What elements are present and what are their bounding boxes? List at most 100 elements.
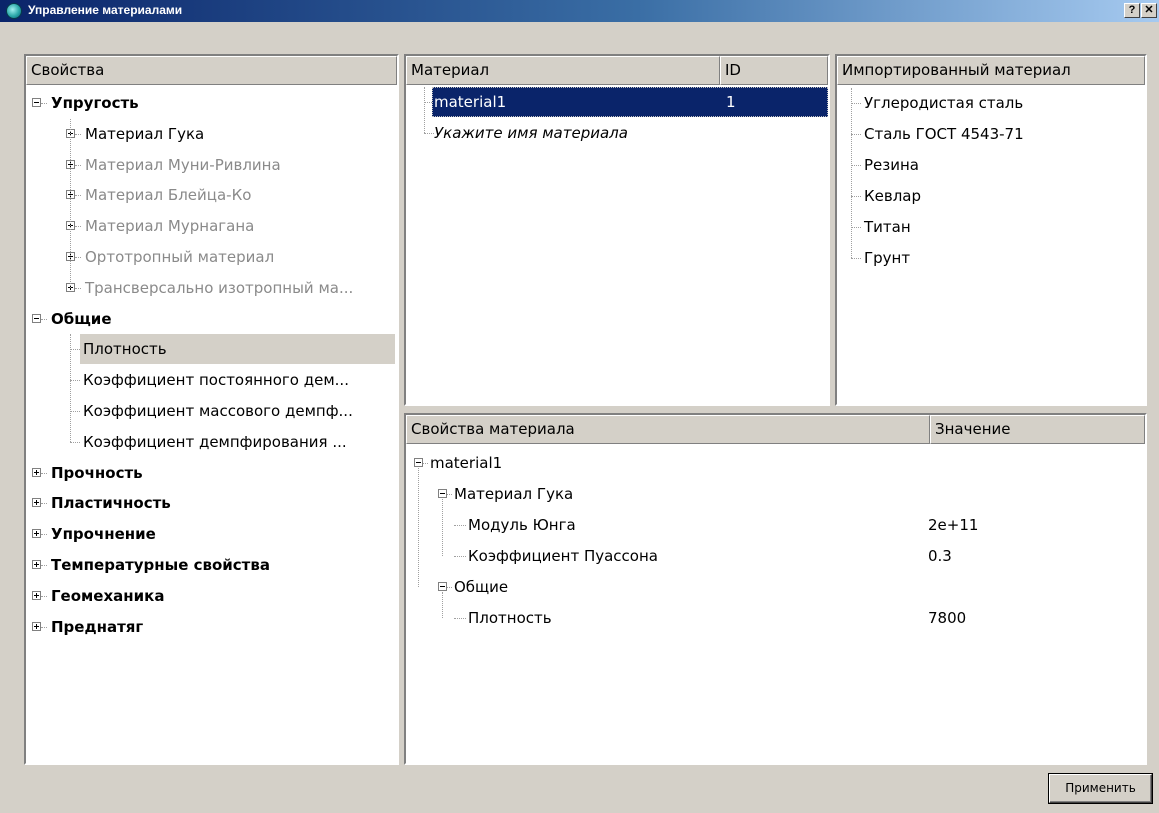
new-material-name-input[interactable]: Укажите имя материала — [434, 118, 628, 148]
collapse-minus-icon[interactable] — [438, 489, 447, 498]
collapse-minus-icon[interactable] — [32, 313, 41, 323]
collapse-minus-icon[interactable] — [438, 582, 447, 591]
tree-guide-line — [851, 88, 852, 258]
material-property-row[interactable]: Коэффициент Пуассона 0.3 — [406, 541, 1145, 571]
tree-guide-line — [41, 534, 47, 536]
help-button[interactable]: ? — [1124, 3, 1140, 18]
material-property-label: Коэффициент Пуассона — [468, 547, 658, 565]
properties-tree-item[interactable]: Коэффициент постоянного дем... — [26, 365, 397, 395]
material-property-value: 7800 — [928, 609, 967, 627]
material-property-row[interactable]: Плотность 7800 — [406, 603, 1145, 633]
properties-tree-item[interactable]: Коэффициент демпфирования ... — [26, 427, 397, 457]
properties-tree[interactable]: Свойства Упругость Материал Гука Материал … — [24, 54, 399, 765]
expand-plus-icon[interactable] — [32, 590, 41, 600]
properties-tree-item[interactable]: Плотность — [26, 334, 397, 365]
imported-material-item[interactable]: Грунт — [837, 243, 1145, 273]
window-title: Управление материалами — [28, 3, 183, 17]
properties-tree-item[interactable]: Коэффициент массового демпф... — [26, 396, 397, 426]
tree-guide-line — [851, 165, 861, 166]
properties-tree-item[interactable]: Материал Гука — [26, 119, 397, 149]
properties-tree-item-label: Коэффициент массового демпф... — [83, 402, 353, 420]
properties-tree-item[interactable]: Прочность — [26, 458, 397, 488]
expand-plus-icon[interactable] — [32, 467, 41, 477]
material-name-cell: material1 — [434, 93, 507, 111]
tree-guide-line — [75, 226, 81, 228]
tree-guide-line — [41, 626, 47, 628]
collapse-minus-icon[interactable] — [32, 98, 41, 107]
tree-guide-line — [75, 195, 81, 197]
tree-guide-line — [41, 472, 47, 474]
material-property-label: material1 — [430, 454, 503, 472]
tree-guide-line — [41, 503, 47, 505]
expand-plus-icon[interactable] — [32, 498, 41, 508]
material-property-value: 0.3 — [928, 547, 952, 565]
properties-tree-item-label: Плотность — [80, 334, 395, 365]
tree-guide-line — [851, 258, 861, 259]
properties-tree-item-label: Материал Блейца-Ко — [85, 186, 252, 205]
collapse-minus-icon[interactable] — [414, 458, 423, 467]
material-column-header[interactable]: Материал — [406, 56, 720, 85]
tree-guide-line — [424, 133, 434, 134]
material-property-label: Материал Гука — [454, 485, 574, 503]
properties-tree-item[interactable]: Температурные свойства — [26, 550, 397, 580]
imported-material-item[interactable]: Кевлар — [837, 181, 1145, 211]
tree-guide-line — [447, 494, 452, 495]
tree-guide-line — [70, 118, 71, 288]
properties-tree-item[interactable]: Упрочнение — [26, 519, 397, 549]
app-logo-icon — [6, 3, 22, 19]
properties-tree-item-label: Трансверсально изотропный ма... — [85, 278, 354, 297]
material-property-label: Модуль Юнга — [468, 516, 576, 534]
properties-tree-item-label: Геомеханика — [51, 586, 165, 605]
imported-material-item[interactable]: Резина — [837, 150, 1145, 180]
imported-materials-list[interactable]: Импортированный материал Углеродистая ст… — [835, 54, 1147, 406]
material-properties-column-header[interactable]: Свойства материала — [406, 415, 930, 444]
properties-tree-item[interactable]: Упругость — [26, 88, 397, 118]
material-property-label: Общие — [454, 578, 509, 596]
tree-guide-line — [70, 411, 80, 412]
tree-guide-line — [423, 463, 428, 464]
material-id-cell: 1 — [726, 93, 736, 111]
tree-guide-line — [75, 133, 81, 135]
properties-tree-item-label: Ортотропный материал — [85, 248, 275, 266]
expand-plus-icon[interactable] — [32, 529, 41, 539]
close-button[interactable]: ✕ — [1141, 3, 1157, 18]
id-column-header[interactable]: ID — [720, 56, 828, 85]
material-row[interactable]: Укажите имя материала — [406, 118, 828, 148]
imported-material-label: Резина — [864, 156, 919, 174]
material-property-row[interactable]: Материал Гука — [406, 479, 1145, 509]
properties-tree-item-label: Коэффициент постоянного дем... — [83, 371, 349, 390]
imported-material-header[interactable]: Импортированный материал — [837, 56, 1145, 85]
properties-tree-item[interactable]: Пластичность — [26, 488, 397, 518]
material-property-row[interactable]: material1 — [406, 448, 1145, 478]
expand-plus-icon[interactable] — [32, 560, 41, 569]
material-property-row[interactable]: Общие — [406, 572, 1145, 602]
value-column-header[interactable]: Значение — [930, 415, 1145, 444]
imported-material-label: Сталь ГОСТ 4543-71 — [864, 125, 1024, 143]
properties-tree-item-label: Прочность — [51, 463, 143, 482]
imported-material-item[interactable]: Титан — [837, 212, 1145, 242]
tree-guide-line — [851, 103, 861, 104]
properties-tree-item-label: Упрочнение — [51, 525, 156, 544]
tree-guide-line — [75, 287, 81, 289]
material-row[interactable]: material1 1 — [406, 87, 828, 117]
properties-tree-item[interactable]: Общие — [26, 304, 397, 334]
expand-plus-icon[interactable] — [32, 621, 41, 631]
properties-tree-item[interactable]: Преднатяг — [26, 612, 397, 642]
properties-tree-item-label: Температурные свойства — [51, 556, 270, 574]
material-property-row[interactable]: Модуль Юнга 2e+11 — [406, 510, 1145, 540]
tree-guide-line — [75, 164, 81, 166]
properties-tree-item[interactable]: Материал Мурнагана — [26, 211, 397, 241]
imported-material-item[interactable]: Углеродистая сталь — [837, 88, 1145, 118]
material-properties-table[interactable]: Свойства материала Значение material1 Мат… — [404, 413, 1147, 765]
title-bar: Управление материалами ? ✕ — [0, 0, 1159, 22]
tree-guide-line — [41, 318, 47, 320]
properties-tree-item[interactable]: Трансверсально изотропный ма... — [26, 273, 397, 303]
materials-table[interactable]: Материал ID material1 1 Укажите имя матери… — [404, 54, 830, 406]
imported-material-item[interactable]: Сталь ГОСТ 4543-71 — [837, 119, 1145, 149]
properties-tree-item[interactable]: Ортотропный материал — [26, 242, 397, 272]
apply-button[interactable]: Применить — [1048, 773, 1153, 804]
properties-header[interactable]: Свойства — [26, 56, 397, 85]
properties-tree-item[interactable]: Материал Муни-Ривлина — [26, 150, 397, 180]
properties-tree-item[interactable]: Геомеханика — [26, 581, 397, 611]
properties-tree-item[interactable]: Материал Блейца-Ко — [26, 180, 397, 210]
